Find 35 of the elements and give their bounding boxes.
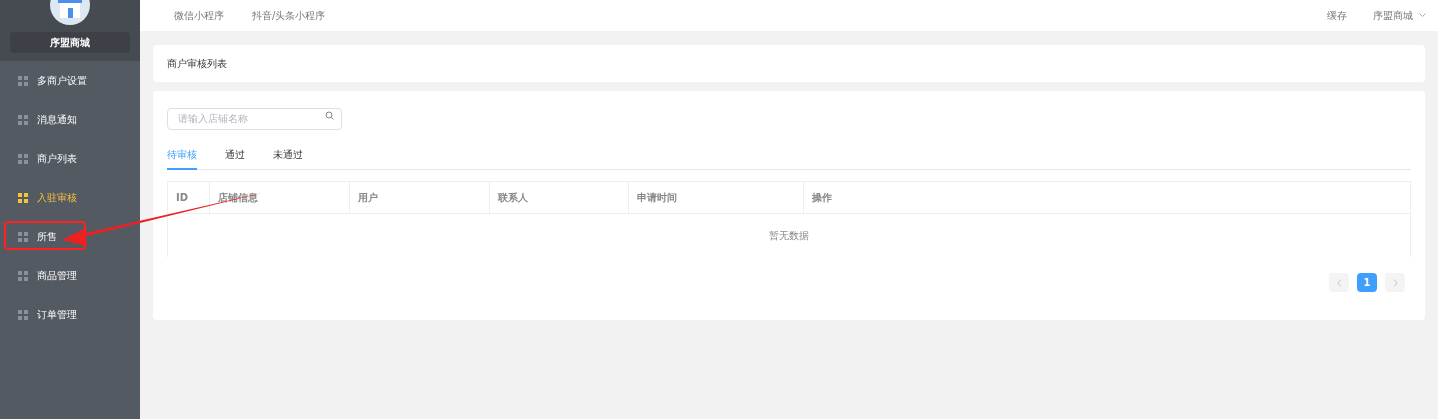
search-icon — [325, 111, 334, 120]
grid-icon — [18, 192, 28, 203]
tab[interactable]: 通过 — [225, 147, 245, 170]
grid-icon — [18, 114, 28, 125]
grid-icon — [18, 309, 28, 320]
chevron-left-icon — [1336, 278, 1342, 287]
column-header: 联系人 — [498, 191, 528, 205]
shop-name: 序盟商城 — [10, 32, 130, 53]
column-header: 申请时间 — [637, 191, 677, 205]
nav-tab[interactable]: 微信小程序 — [174, 8, 224, 23]
empty-message: 暂无数据 — [769, 229, 809, 243]
grid-icon — [18, 270, 28, 281]
sidebar-item[interactable]: 商户列表 — [0, 139, 140, 178]
column-header: 操作 — [812, 191, 832, 205]
search-field[interactable]: 请输入店铺名称 — [167, 107, 342, 130]
column-header: 用户 — [358, 191, 378, 205]
cache-link[interactable]: 缓存 — [1327, 8, 1347, 23]
sidebar-item[interactable]: 入驻审核 — [0, 178, 140, 217]
user-menu[interactable]: 序盟商城 — [1373, 8, 1426, 23]
chevron-down-icon — [1419, 13, 1426, 18]
sidebar-item[interactable]: 消息通知 — [0, 100, 140, 139]
tab[interactable]: 未通过 — [273, 147, 303, 170]
page-title: 商户审核列表 — [167, 57, 227, 71]
next-page-button[interactable] — [1385, 273, 1405, 292]
column-header: ID — [176, 191, 189, 205]
sidebar-item[interactable]: 商品管理 — [0, 256, 140, 295]
sidebar-item[interactable]: 多商户设置 — [0, 61, 140, 100]
nav-tab[interactable]: 抖音/头条小程序 — [252, 8, 326, 23]
sidebar-item[interactable]: 所售 — [0, 217, 140, 256]
grid-icon — [18, 75, 28, 86]
grid-icon — [18, 231, 28, 242]
chevron-right-icon — [1392, 278, 1398, 287]
sidebar-item[interactable]: 订单管理 — [0, 295, 140, 334]
previous-page-button[interactable] — [1329, 273, 1349, 292]
grid-icon — [18, 153, 28, 164]
